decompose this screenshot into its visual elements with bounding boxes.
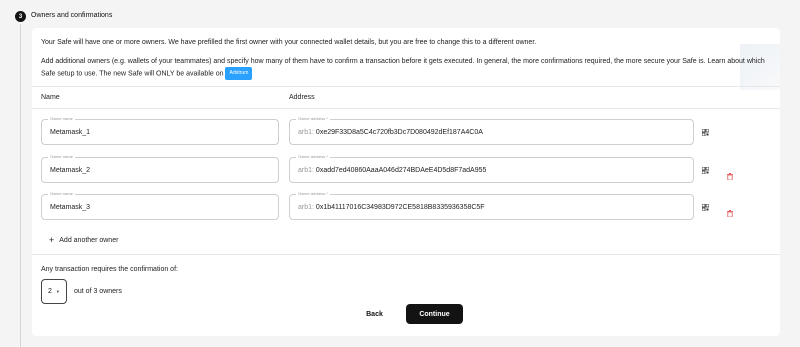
- owner-name-value: Metamask_3: [50, 204, 91, 211]
- chain-prefix: arb1:: [298, 167, 314, 174]
- owner-address-label: Owner address *: [296, 154, 330, 159]
- owner-name-input[interactable]: Owner name Metamask_3: [41, 191, 279, 220]
- owner-address-input[interactable]: Owner address * arb1: 0xe29F33D8a5C4c720…: [289, 116, 694, 145]
- owner-address-value-wrap: arb1: 0xadd7ed40860AaaA046d274BDAeE4D5d8…: [298, 167, 486, 174]
- qr-code-icon[interactable]: [702, 204, 709, 211]
- trash-icon[interactable]: [727, 204, 733, 218]
- divider: [32, 86, 780, 87]
- owner-name-label: Owner name: [48, 154, 75, 159]
- trash-icon[interactable]: [727, 167, 733, 181]
- divider: [32, 254, 780, 255]
- add-owner-label: Add another owner: [59, 237, 119, 244]
- network-tag: Arbitrum: [225, 67, 253, 80]
- divider: [32, 108, 780, 109]
- column-header-address: Address: [289, 94, 315, 101]
- threshold-prompt: Any transaction requires the confirmatio…: [41, 266, 178, 273]
- owner-name-label: Owner name: [48, 191, 75, 196]
- owner-address-value: 0xe29F33D8a5C4c720fb3Dc7D080492dEf187A4C…: [315, 129, 483, 136]
- owner-address-label: Owner address *: [296, 116, 330, 121]
- owner-name-value: Metamask_2: [50, 167, 91, 174]
- owner-name-label: Owner name: [48, 116, 75, 121]
- step-title: Owners and confirmations: [31, 12, 113, 19]
- intro-text-2: Add additional owners (e.g. wallets of y…: [41, 56, 776, 80]
- owner-name-value: Metamask_1: [50, 129, 91, 136]
- timeline-line: [20, 24, 21, 347]
- column-header-name: Name: [41, 94, 60, 101]
- plus-icon: +: [49, 235, 55, 245]
- caret-down-icon: ▼: [55, 289, 60, 294]
- threshold-select[interactable]: 2 ▼: [41, 279, 67, 304]
- owner-address-value: 0xadd7ed40860AaaA046d274BDAeE4D5d8F7adA9…: [315, 167, 487, 174]
- threshold-value: 2: [48, 288, 52, 295]
- intro-text-2-body: Add additional owners (e.g. wallets of y…: [41, 58, 765, 78]
- owner-name-input[interactable]: Owner name Metamask_2: [41, 154, 279, 183]
- owner-address-input[interactable]: Owner address * arb1: 0xadd7ed40860AaaA0…: [289, 154, 694, 183]
- continue-button[interactable]: Continue: [406, 304, 463, 324]
- chain-prefix: arb1:: [298, 204, 314, 211]
- back-button[interactable]: Back: [357, 304, 392, 324]
- owners-card: Your Safe will have one or more owners. …: [32, 28, 780, 336]
- owner-address-value-wrap: arb1: 0x1b41117016C34983D972CE5818B83359…: [298, 204, 485, 211]
- qr-code-icon[interactable]: [702, 129, 709, 136]
- chain-prefix: arb1:: [298, 129, 314, 136]
- owner-address-input[interactable]: Owner address * arb1: 0x1b41117016C34983…: [289, 191, 694, 220]
- intro-text: Your Safe will have one or more owners. …: [41, 39, 537, 46]
- qr-code-icon[interactable]: [702, 167, 709, 174]
- owner-name-input[interactable]: Owner name Metamask_1: [41, 116, 279, 145]
- step-number-badge: 3: [15, 11, 26, 22]
- owner-address-label: Owner address *: [296, 191, 330, 196]
- threshold-out-of: out of 3 owners: [74, 288, 122, 295]
- owner-address-value-wrap: arb1: 0xe29F33D8a5C4c720fb3Dc7D080492dEf…: [298, 129, 483, 136]
- add-owner-button[interactable]: + Add another owner: [49, 235, 119, 245]
- owner-address-value: 0x1b41117016C34983D972CE5818B8335936358C…: [315, 204, 485, 211]
